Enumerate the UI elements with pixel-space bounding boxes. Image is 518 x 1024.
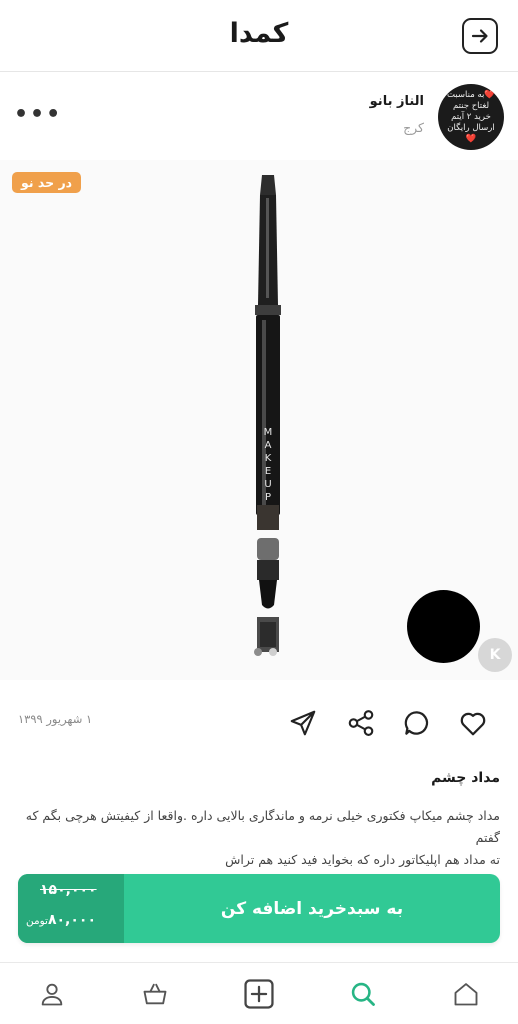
svg-text:M: M [264,427,273,438]
app-header: کمدا [0,0,518,72]
add-to-cart-label: به سبدخرید اضافه کن [220,898,404,919]
new-price-value: ۸۰,۰۰۰ [47,912,97,928]
add-to-cart-button[interactable]: به سبدخرید اضافه کن ۱۵۰,۰۰۰ ۸۰,۰۰۰تومن [18,874,500,943]
seller-city: کرج [403,120,424,135]
profile-icon [41,983,63,1006]
product-description: مداد چشم میکاپ فکتوری خیلی نرمه و ماندگا… [20,805,500,871]
color-swatch [407,590,480,663]
description-line: مداد چشم میکاپ فکتوری خیلی نرمه و ماندگا… [25,808,500,845]
watermark-logo: K [478,638,512,672]
share-button[interactable] [344,706,378,740]
seller-name[interactable]: الناز بانو [370,94,424,109]
heart-icon [460,712,486,736]
svg-text:K: K [265,453,272,464]
nav-basket[interactable] [138,977,172,1011]
svg-text:P: P [265,492,271,503]
basket-icon [143,983,167,1005]
nav-home[interactable] [449,977,483,1011]
arrow-right-icon [471,29,488,43]
old-price: ۱۵۰,۰۰۰ [40,882,97,898]
currency-label: تومن [26,915,48,927]
app-logo: کمدا [229,18,289,49]
seller-row[interactable]: ❤️به مناسبت لغتاح جنتم خرید ۲ آیتم ارسال… [0,82,518,154]
share-icon [348,710,374,736]
carousel-dot-1[interactable] [254,648,262,656]
nav-search[interactable] [346,977,380,1011]
description-line: ته مداد هم اپلیکاتور داره که بخواید فید … [225,852,500,867]
action-bar: ۱ شهریور ۱۳۹۹ [0,700,518,744]
nav-profile[interactable] [35,977,69,1011]
svg-text:U: U [264,479,271,490]
product-title: مداد چشم [431,770,500,786]
carousel-dots [254,648,277,656]
send-button[interactable] [286,706,320,740]
svg-text:E: E [265,466,271,477]
new-price: ۸۰,۰۰۰تومن [26,912,96,928]
product-image-carousel[interactable]: M A K E U P در حد نو K [0,160,518,680]
carousel-dot-2[interactable] [269,648,277,656]
like-button[interactable] [456,706,490,740]
search-icon [351,982,375,1006]
back-button[interactable] [462,18,498,54]
avatar-text: ❤️به مناسبت لغتاح جنتم خرید ۲ آیتم ارسال… [447,89,495,144]
seller-avatar[interactable]: ❤️به مناسبت لغتاح جنتم خرید ۲ آیتم ارسال… [438,84,504,150]
nav-add-post[interactable] [242,977,276,1011]
send-icon [290,710,316,736]
home-icon [454,983,478,1006]
price-box: ۱۵۰,۰۰۰ ۸۰,۰۰۰تومن [18,874,124,943]
bottom-navigation [0,962,518,1024]
add-icon [244,979,274,1009]
comment-icon [404,711,429,735]
post-date: ۱ شهریور ۱۳۹۹ [18,712,93,726]
svg-text:A: A [265,440,272,451]
comment-button[interactable] [400,706,434,740]
condition-badge: در حد نو [12,172,82,193]
more-options-icon[interactable]: ••• [14,102,62,127]
